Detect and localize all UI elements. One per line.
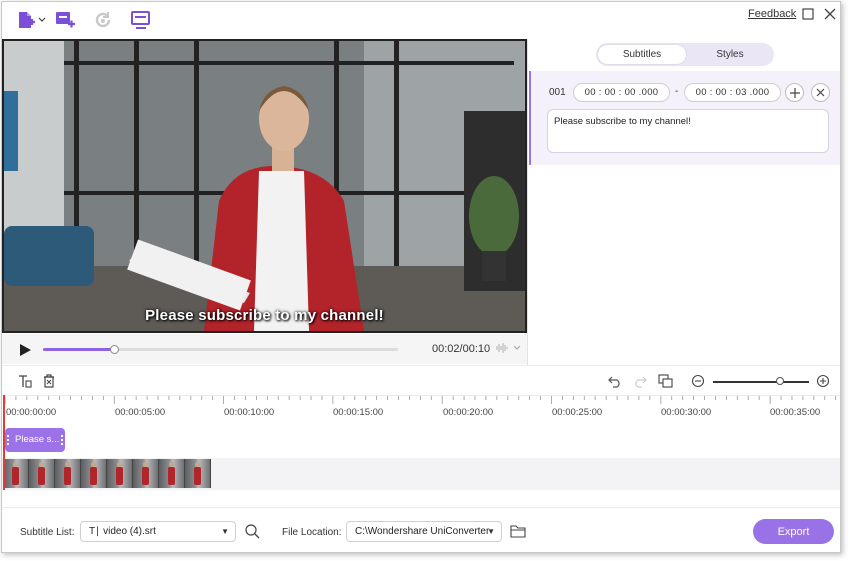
video-thumbnail xyxy=(29,459,55,488)
file-location-select[interactable]: C:\Wondershare UniConverter ▼ xyxy=(346,521,502,542)
time-readout: 00:02/00:10 xyxy=(432,343,491,355)
undo-icon[interactable] xyxy=(607,373,623,389)
ruler-label: 00:00:35:00 xyxy=(770,407,821,418)
ruler-label: 00:00:10:00 xyxy=(224,407,275,418)
redo-icon[interactable] xyxy=(632,373,648,389)
tab-styles[interactable]: Styles xyxy=(686,45,774,64)
chevron-down-icon xyxy=(513,345,521,350)
tab-switcher: Subtitles Styles xyxy=(596,43,774,66)
ruler-label: 00:00:25:00 xyxy=(552,407,603,418)
folder-icon[interactable] xyxy=(509,522,527,540)
video-preview[interactable]: Please subscribe to my channel! xyxy=(2,39,527,333)
subtitle-list-select[interactable]: T∣ video (4).srt ▼ xyxy=(80,521,236,542)
video-thumbnail xyxy=(185,459,211,488)
ruler-label: 00:00:20:00 xyxy=(443,407,494,418)
ruler-ticks xyxy=(4,396,837,404)
ruler-label: 00:00:30:00 xyxy=(661,407,712,418)
time-separator: - xyxy=(675,86,679,97)
volume-control[interactable] xyxy=(494,342,521,354)
ruler-label: 00:00:05:00 xyxy=(115,407,166,418)
seek-thumb[interactable] xyxy=(110,345,119,354)
seek-progress xyxy=(43,348,114,351)
video-thumbnail xyxy=(133,459,159,488)
clip-left-handle[interactable] xyxy=(7,435,9,445)
zoom-out-icon[interactable] xyxy=(690,373,706,389)
delete-subtitle-button[interactable] xyxy=(811,83,830,102)
copy-icon[interactable] xyxy=(658,373,674,389)
playhead[interactable] xyxy=(3,395,5,490)
video-track xyxy=(2,458,840,490)
zoom-in-icon[interactable] xyxy=(815,373,831,389)
add-subtitle-button[interactable] xyxy=(785,83,804,102)
clip-label: Please s... xyxy=(15,434,60,445)
top-toolbar: Feedback xyxy=(2,2,840,38)
add-file-icon[interactable] xyxy=(16,10,46,30)
player-bar: 00:02/00:10 xyxy=(2,334,527,364)
search-icon[interactable] xyxy=(243,522,261,540)
bottom-bar: Subtitle List: T∣ video (4).srt ▼ File Lo… xyxy=(2,507,840,552)
video-thumbnail xyxy=(159,459,185,488)
clip-right-handle[interactable] xyxy=(61,435,63,445)
close-icon[interactable] xyxy=(822,6,838,22)
text-icon: T∣ xyxy=(89,526,101,537)
subtitle-overlay: Please subscribe to my channel! xyxy=(145,307,384,324)
maximize-icon[interactable] xyxy=(800,6,816,22)
ruler-label: 00:00:00:00 xyxy=(6,407,57,418)
subtitle-index: 001 xyxy=(549,87,566,98)
add-subtitle-icon[interactable] xyxy=(54,10,76,30)
video-thumbnail xyxy=(81,459,107,488)
subtitle-clip[interactable]: Please s... xyxy=(5,428,65,452)
subtitle-text-input[interactable]: Please subscribe to my channel! xyxy=(547,109,829,153)
refresh-icon[interactable] xyxy=(92,10,114,30)
video-thumbnails[interactable] xyxy=(3,459,212,488)
close-icon xyxy=(816,88,825,97)
export-button[interactable]: Export xyxy=(753,519,834,544)
waveform-icon xyxy=(496,343,508,353)
subtitle-panel: Subtitles Styles 001 00 : 00 : 00 .000 -… xyxy=(527,39,840,365)
chevron-down-icon: ▼ xyxy=(221,527,229,536)
file-location-label: File Location: xyxy=(282,527,342,538)
zoom-thumb[interactable] xyxy=(776,377,785,385)
screen-icon[interactable] xyxy=(130,10,152,30)
seek-slider[interactable] xyxy=(43,345,398,354)
ruler-label: 00:00:15:00 xyxy=(333,407,384,418)
video-frame xyxy=(4,41,525,331)
subtitle-list-label: Subtitle List: xyxy=(20,527,75,538)
plus-icon xyxy=(789,87,800,98)
file-location-value: C:\Wondershare UniConverter xyxy=(355,526,490,537)
chevron-down-icon: ▼ xyxy=(487,527,495,536)
zoom-slider[interactable] xyxy=(713,377,809,385)
subtitle-file-value: video (4).srt xyxy=(103,526,156,537)
end-time-field[interactable]: 00 : 00 : 03 .000 xyxy=(684,83,781,102)
play-icon[interactable] xyxy=(18,343,32,357)
delete-icon[interactable] xyxy=(41,373,57,389)
app-window: Feedback Please subscribe to my channel!… xyxy=(1,1,841,553)
start-time-field[interactable]: 00 : 00 : 00 .000 xyxy=(573,83,670,102)
subtitle-item[interactable]: 001 00 : 00 : 00 .000 - 00 : 00 : 03 .00… xyxy=(529,71,840,165)
timeline-toolbar xyxy=(2,365,840,395)
add-text-icon[interactable] xyxy=(17,373,33,389)
video-thumbnail xyxy=(107,459,133,488)
video-thumbnail xyxy=(3,459,29,488)
tab-subtitles[interactable]: Subtitles xyxy=(598,45,686,64)
subtitle-track: Please s... xyxy=(2,422,840,458)
feedback-link[interactable]: Feedback xyxy=(748,8,796,20)
timeline-ruler[interactable]: 00:00:00:00 00:00:05:00 00:00:10:00 00:0… xyxy=(2,395,840,421)
video-thumbnail xyxy=(55,459,81,488)
